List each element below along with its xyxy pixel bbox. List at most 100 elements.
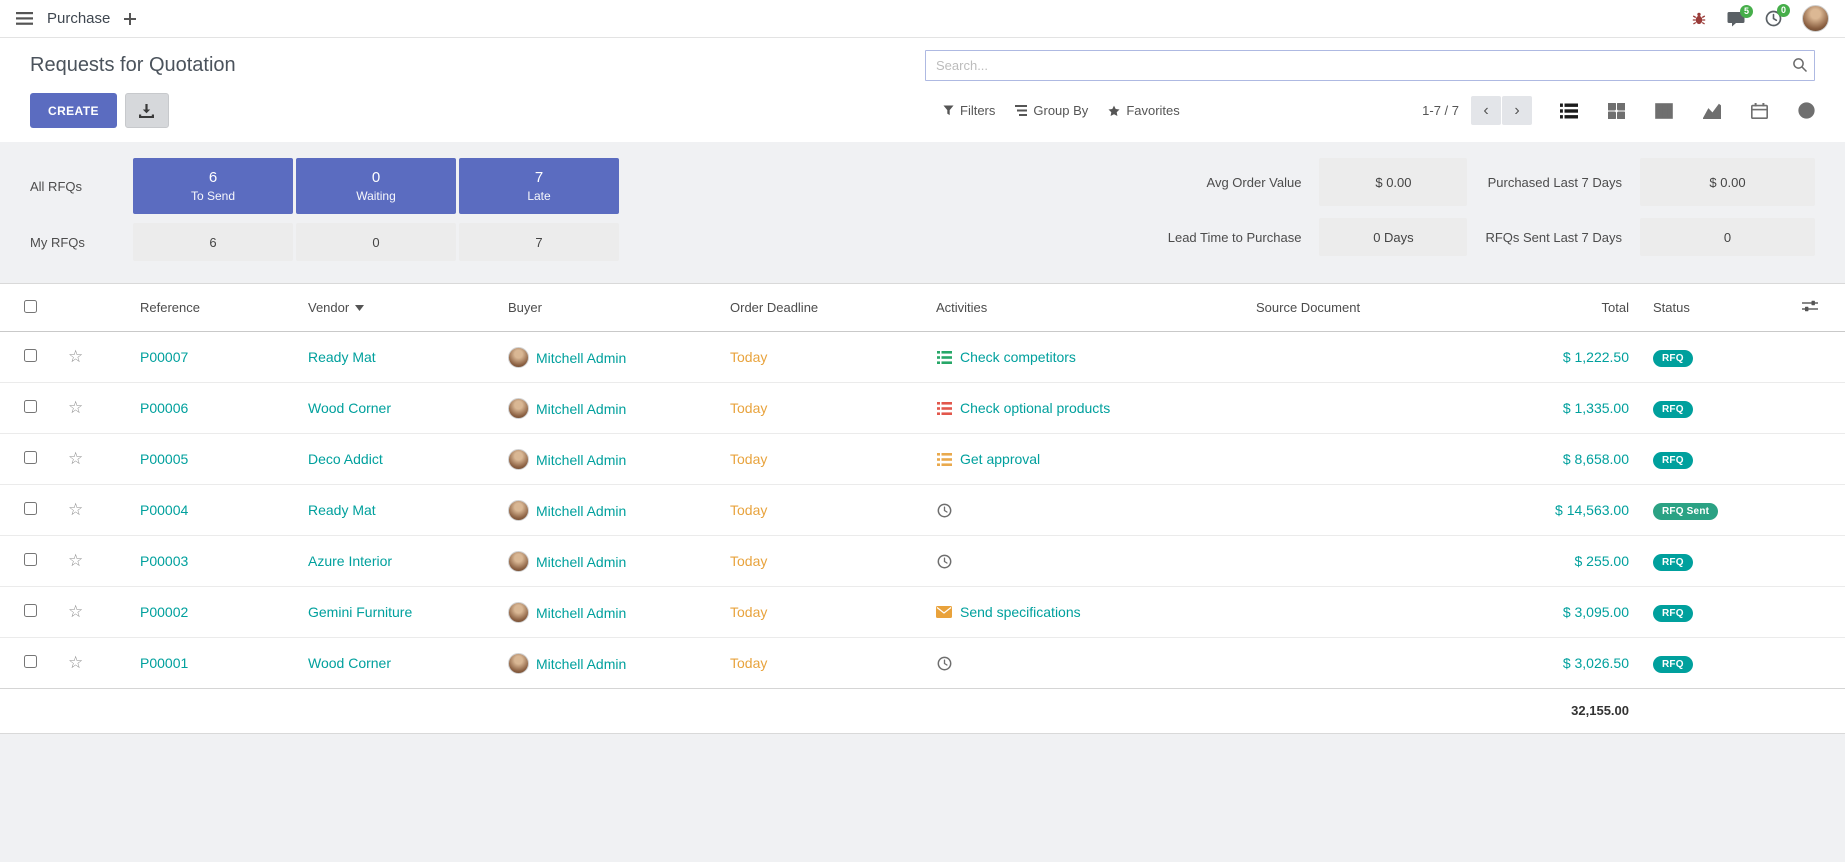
favorite-star-icon[interactable]: ☆: [68, 449, 83, 468]
row-checkbox[interactable]: [24, 502, 37, 515]
user-avatar[interactable]: [1802, 5, 1829, 32]
row-checkbox[interactable]: [24, 553, 37, 566]
pager-next-button[interactable]: ›: [1502, 96, 1532, 125]
favorite-star-icon[interactable]: ☆: [68, 602, 83, 621]
pivot-view-icon[interactable]: [1655, 103, 1673, 119]
list-view-icon[interactable]: [1560, 103, 1578, 119]
favorite-star-icon[interactable]: ☆: [68, 653, 83, 672]
create-button[interactable]: CREATE: [30, 93, 117, 128]
table-row[interactable]: ☆ P00004 Ready Mat Mitchell Admin Today …: [0, 485, 1845, 536]
table-row[interactable]: ☆ P00002 Gemini Furniture Mitchell Admin…: [0, 587, 1845, 638]
activity-type-icon[interactable]: [936, 606, 952, 618]
row-vendor[interactable]: Gemini Furniture: [308, 604, 412, 620]
row-buyer[interactable]: Mitchell Admin: [536, 401, 626, 417]
row-vendor[interactable]: Ready Mat: [308, 502, 376, 518]
activity-type-icon[interactable]: [936, 453, 952, 466]
activity-summary[interactable]: Send specifications: [960, 604, 1081, 620]
row-reference[interactable]: P00007: [140, 349, 188, 365]
column-order-deadline[interactable]: Order Deadline: [722, 284, 928, 332]
column-status[interactable]: Status: [1645, 284, 1775, 332]
column-source-document[interactable]: Source Document: [1248, 284, 1490, 332]
activity-summary[interactable]: Check competitors: [960, 349, 1076, 365]
row-vendor[interactable]: Deco Addict: [308, 451, 383, 467]
row-buyer[interactable]: Mitchell Admin: [536, 350, 626, 366]
my-late-count[interactable]: 7: [459, 223, 619, 261]
row-buyer[interactable]: Mitchell Admin: [536, 452, 626, 468]
new-tab-plus-icon[interactable]: [124, 13, 136, 25]
apps-menu-icon[interactable]: [16, 12, 33, 25]
graph-view-icon[interactable]: [1703, 103, 1721, 119]
tile-waiting[interactable]: 0 Waiting: [296, 158, 456, 214]
search-icon[interactable]: [1792, 57, 1808, 73]
lead-time-to-purchase[interactable]: 0 Days: [1319, 218, 1467, 256]
row-checkbox[interactable]: [24, 451, 37, 464]
tile-late[interactable]: 7 Late: [459, 158, 619, 214]
purchased-last-7-days[interactable]: $ 0.00: [1640, 158, 1815, 206]
row-reference[interactable]: P00001: [140, 655, 188, 671]
row-vendor[interactable]: Wood Corner: [308, 655, 391, 671]
purchased-last-7-days-label: Purchased Last 7 Days: [1485, 175, 1622, 190]
row-reference[interactable]: P00006: [140, 400, 188, 416]
table-row[interactable]: ☆ P00006 Wood Corner Mitchell Admin Toda…: [0, 383, 1845, 434]
table-row[interactable]: ☆ P00005 Deco Addict Mitchell Admin Toda…: [0, 434, 1845, 485]
activity-summary[interactable]: Check optional products: [960, 400, 1110, 416]
column-reference[interactable]: Reference: [110, 284, 300, 332]
row-reference[interactable]: P00005: [140, 451, 188, 467]
filters-button[interactable]: Filters: [933, 97, 1005, 124]
row-vendor[interactable]: Ready Mat: [308, 349, 376, 365]
row-reference[interactable]: P00002: [140, 604, 188, 620]
favorite-star-icon[interactable]: ☆: [68, 551, 83, 570]
table-header-row: Reference Vendor Buyer Order Deadline Ac…: [0, 284, 1845, 332]
my-waiting-count[interactable]: 0: [296, 223, 456, 261]
column-buyer[interactable]: Buyer: [500, 284, 722, 332]
table-row[interactable]: ☆ P00007 Ready Mat Mitchell Admin Today …: [0, 332, 1845, 383]
row-reference[interactable]: P00004: [140, 502, 188, 518]
favorites-button[interactable]: Favorites: [1098, 97, 1189, 124]
activities-clock-icon[interactable]: 0: [1765, 10, 1782, 27]
activity-view-icon[interactable]: [1798, 102, 1815, 119]
calendar-view-icon[interactable]: [1751, 103, 1768, 119]
activity-summary[interactable]: Get approval: [960, 451, 1040, 467]
activity-type-icon[interactable]: [936, 351, 952, 364]
row-vendor[interactable]: Wood Corner: [308, 400, 391, 416]
tile-to-send[interactable]: 6 To Send: [133, 158, 293, 214]
group-by-button[interactable]: Group By: [1005, 97, 1098, 124]
row-buyer[interactable]: Mitchell Admin: [536, 656, 626, 672]
search-input[interactable]: [925, 50, 1815, 81]
favorite-star-icon[interactable]: ☆: [68, 398, 83, 417]
row-deadline: Today: [730, 604, 767, 620]
my-to-send-count[interactable]: 6: [133, 223, 293, 261]
export-button[interactable]: [125, 93, 169, 128]
row-checkbox[interactable]: [24, 655, 37, 668]
favorite-star-icon[interactable]: ☆: [68, 347, 83, 366]
row-reference[interactable]: P00003: [140, 553, 188, 569]
table-row[interactable]: ☆ P00003 Azure Interior Mitchell Admin T…: [0, 536, 1845, 587]
row-buyer[interactable]: Mitchell Admin: [536, 605, 626, 621]
table-row[interactable]: ☆ P00001 Wood Corner Mitchell Admin Toda…: [0, 638, 1845, 689]
favorite-star-icon[interactable]: ☆: [68, 500, 83, 519]
row-checkbox[interactable]: [24, 400, 37, 413]
group-by-icon: [1015, 105, 1027, 116]
column-vendor[interactable]: Vendor: [300, 284, 500, 332]
column-activities[interactable]: Activities: [928, 284, 1248, 332]
row-vendor[interactable]: Azure Interior: [308, 553, 392, 569]
rfqs-sent-last-7-days[interactable]: 0: [1640, 218, 1815, 256]
activity-type-icon[interactable]: [936, 503, 952, 518]
app-name[interactable]: Purchase: [47, 10, 110, 27]
kanban-view-icon[interactable]: [1608, 103, 1625, 119]
row-checkbox[interactable]: [24, 604, 37, 617]
messages-icon[interactable]: 5: [1727, 11, 1745, 27]
debug-bug-icon[interactable]: [1691, 11, 1707, 27]
row-buyer[interactable]: Mitchell Admin: [536, 503, 626, 519]
column-total[interactable]: Total: [1490, 284, 1645, 332]
optional-columns-icon[interactable]: [1775, 284, 1845, 332]
activity-type-icon[interactable]: [936, 402, 952, 415]
all-rfqs-label: All RFQs: [30, 179, 130, 194]
pager-previous-button[interactable]: ‹: [1471, 96, 1501, 125]
activity-type-icon[interactable]: [936, 656, 952, 671]
row-buyer[interactable]: Mitchell Admin: [536, 554, 626, 570]
row-checkbox[interactable]: [24, 349, 37, 362]
avg-order-value[interactable]: $ 0.00: [1319, 158, 1467, 206]
activity-type-icon[interactable]: [936, 554, 952, 569]
select-all-checkbox[interactable]: [24, 300, 37, 313]
